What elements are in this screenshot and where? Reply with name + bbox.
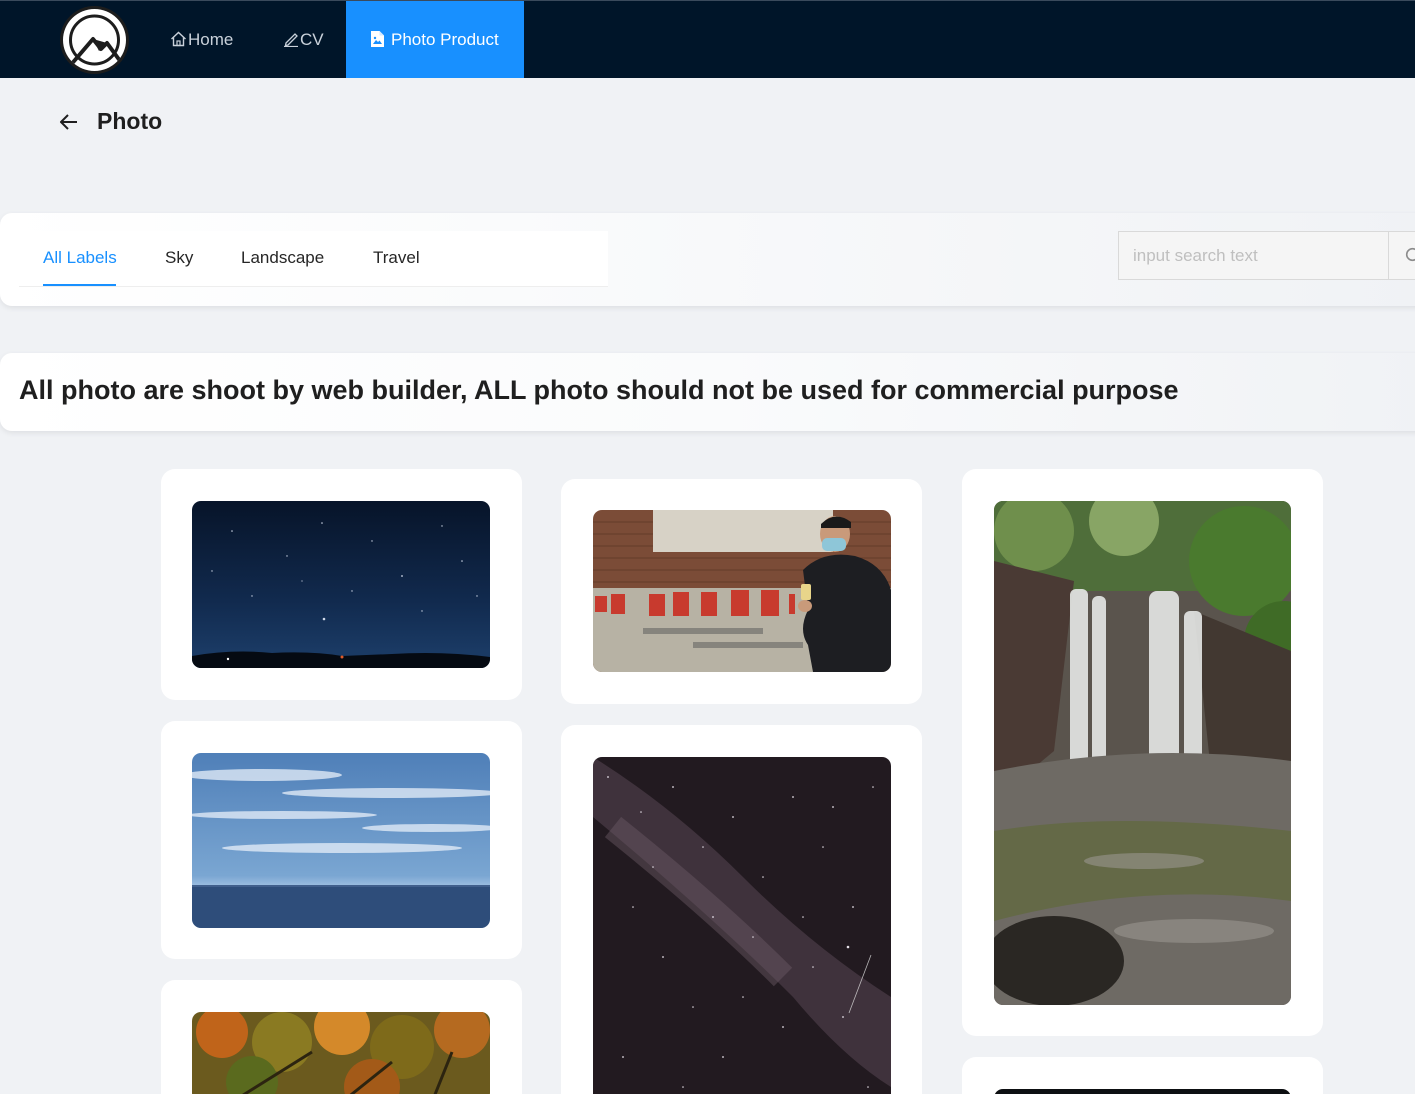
photo-night-sky xyxy=(192,501,490,668)
label-tabs: All Labels Sky Landscape Travel xyxy=(19,231,608,287)
nav-item-home-label: Home xyxy=(188,30,234,49)
photo-card[interactable] xyxy=(561,725,922,1094)
photo-card[interactable] xyxy=(962,1057,1323,1094)
home-icon xyxy=(171,31,186,47)
photo-card[interactable] xyxy=(161,980,522,1094)
back-button[interactable] xyxy=(58,111,80,133)
photo-autumn-foliage xyxy=(192,1012,490,1094)
mountain-logo-icon xyxy=(67,14,125,69)
active-tab-indicator xyxy=(43,284,116,286)
label-filter-card: All Labels Sky Landscape Travel xyxy=(0,213,1415,306)
photo-waterfall xyxy=(994,501,1291,1005)
nav-item-cv[interactable]: CV xyxy=(283,1,324,78)
tab-sky[interactable]: Sky xyxy=(165,248,193,268)
photo-card[interactable] xyxy=(561,479,922,704)
tab-landscape[interactable]: Landscape xyxy=(241,248,324,268)
search-input[interactable] xyxy=(1119,232,1388,279)
photo-card[interactable] xyxy=(161,469,522,700)
nav-item-photo-product-label: Photo Product xyxy=(391,30,499,49)
edit-icon xyxy=(284,33,298,48)
search-box xyxy=(1118,231,1389,280)
photo-dark xyxy=(994,1089,1291,1094)
page-title: Photo xyxy=(97,108,163,134)
photo-sky-sea xyxy=(192,753,490,928)
nav-item-cv-label: CV xyxy=(300,30,324,49)
page-header: Photo xyxy=(0,78,1415,168)
file-image-icon xyxy=(371,31,384,47)
search-button[interactable] xyxy=(1389,231,1415,280)
top-navigation-bar: Home CV Photo Product xyxy=(0,0,1415,78)
photo-man-by-wall xyxy=(593,510,891,672)
tab-all-labels[interactable]: All Labels xyxy=(43,248,117,268)
nav-item-home[interactable]: Home xyxy=(170,1,233,78)
mountain-logo[interactable] xyxy=(60,6,129,74)
usage-notice-text: All photo are shoot by web builder, ALL … xyxy=(19,375,1179,405)
tab-travel[interactable]: Travel xyxy=(373,248,420,268)
photo-milky-way xyxy=(593,757,891,1094)
search-icon xyxy=(1405,247,1415,262)
nav-item-photo-product[interactable]: Photo Product xyxy=(346,1,524,78)
arrow-left-icon xyxy=(60,114,77,130)
photo-card[interactable] xyxy=(161,721,522,959)
photo-card[interactable] xyxy=(962,469,1323,1036)
usage-notice-card: All photo are shoot by web builder, ALL … xyxy=(0,353,1415,431)
